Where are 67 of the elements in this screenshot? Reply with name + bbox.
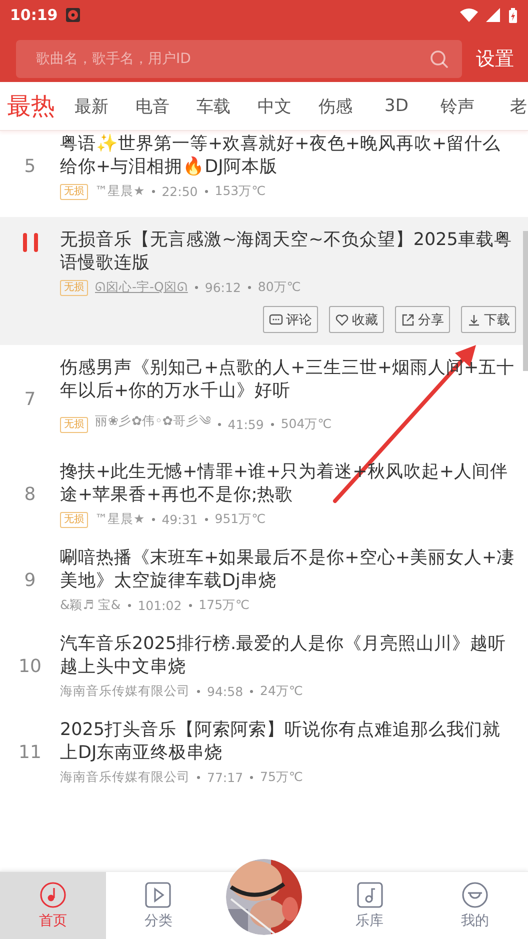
play-heat: 504万℃ <box>280 416 332 433</box>
song-title[interactable]: 唰喑热播《末班车+如果最后不是你+空心+美丽女人+凄美地》太空旋律车载Dj串烧 <box>60 547 516 593</box>
rank-number: 10 <box>18 656 42 677</box>
uploader-name: 丽❀彡✿伟◦✿哥彡༄ <box>95 412 211 430</box>
nav-tab[interactable]: 分类 <box>106 872 212 939</box>
uploader-name: ™星晨★ <box>95 183 145 200</box>
play-heat: 175万℃ <box>198 597 250 614</box>
heart-button[interactable]: 收藏 <box>329 306 384 333</box>
app-notification-icon <box>66 8 80 22</box>
play-square-icon <box>145 882 172 908</box>
duration: 49:31 <box>162 512 198 527</box>
share-button[interactable]: 分享 <box>395 306 450 333</box>
clock: 10:19 <box>10 6 58 24</box>
category-tab[interactable]: 中文 <box>244 94 305 118</box>
category-tab[interactable]: 最新 <box>61 94 122 118</box>
play-heat: 24万℃ <box>260 683 303 700</box>
category-tab[interactable]: 最热 <box>0 90 61 122</box>
music-disc-icon <box>40 882 66 908</box>
lossless-badge: 无损 <box>60 416 88 432</box>
duration: 101:02 <box>138 598 182 613</box>
song-title[interactable]: 汽车音乐2025排行榜.最爱的人是你《月亮照山川》越听越上头中文串烧 <box>60 633 516 679</box>
song-title[interactable]: 粤语✨世界第一等+欢喜就好+夜色+晚风再吹+留什么给你+与泪相拥🔥DJ阿本版 <box>60 133 516 179</box>
download-icon <box>467 312 481 326</box>
comment-button[interactable]: 评论 <box>263 306 318 333</box>
uploader-name: ᘏ囟心-宇-Q囟ᘏ <box>95 279 188 296</box>
duration: 41:59 <box>228 417 264 432</box>
lossless-badge: 无损 <box>60 184 88 200</box>
comment-icon <box>269 312 283 326</box>
category-tab[interactable]: 伤感 <box>305 94 366 118</box>
duration: 22:50 <box>162 184 198 199</box>
rank-number: 8 <box>24 484 36 505</box>
share-icon <box>401 312 415 326</box>
settings-button[interactable]: 设置 <box>476 46 514 72</box>
play-heat: 80万℃ <box>258 279 301 296</box>
play-heat: 153万℃ <box>214 183 266 200</box>
duration: 77:17 <box>207 770 244 785</box>
category-tab[interactable]: 车载 <box>183 94 244 118</box>
duration: 96:12 <box>204 280 241 295</box>
rank-number: 9 <box>24 570 36 591</box>
song-title[interactable]: 无损音乐【无言感激~海阔天空~不负众望】2025車载粤语慢歌连版 <box>60 229 516 275</box>
rank-number: 11 <box>18 742 42 763</box>
category-tab[interactable]: 3D <box>366 96 427 116</box>
duration: 94:58 <box>207 684 244 699</box>
uploader-name: &颖♬ 宝& <box>60 597 121 614</box>
lossless-badge: 无损 <box>60 280 88 296</box>
uploader-name: 海南音乐传媒有限公司 <box>60 683 190 700</box>
lossless-badge: 无损 <box>60 512 88 528</box>
category-tab[interactable]: 电音 <box>122 94 183 118</box>
smiley-icon <box>462 882 488 908</box>
search-icon <box>430 50 448 68</box>
category-tab[interactable]: 铃声 <box>427 94 488 118</box>
play-heat: 75万℃ <box>260 769 303 786</box>
wifi-icon <box>460 8 478 22</box>
uploader-name: 海南音乐传媒有限公司 <box>60 769 190 786</box>
nav-tab[interactable]: 我的 <box>422 872 528 939</box>
signal-icon <box>486 8 500 22</box>
battery-icon <box>508 8 518 22</box>
uploader-name: ™星晨★ <box>95 511 145 528</box>
category-tab[interactable]: 老 <box>488 94 528 118</box>
song-title[interactable]: 2025打头音乐【阿索阿索】听说你有点难追那么我们就上DJ东南亚终极串烧 <box>60 719 516 765</box>
music-note-icon <box>356 882 383 908</box>
play-heat: 951万℃ <box>214 511 266 528</box>
download-button[interactable]: 下载 <box>461 306 516 333</box>
rank-number: 5 <box>24 156 36 177</box>
heart-icon <box>335 312 349 326</box>
nav-tab[interactable]: 乐库 <box>316 872 422 939</box>
rank-number: 7 <box>24 389 36 410</box>
